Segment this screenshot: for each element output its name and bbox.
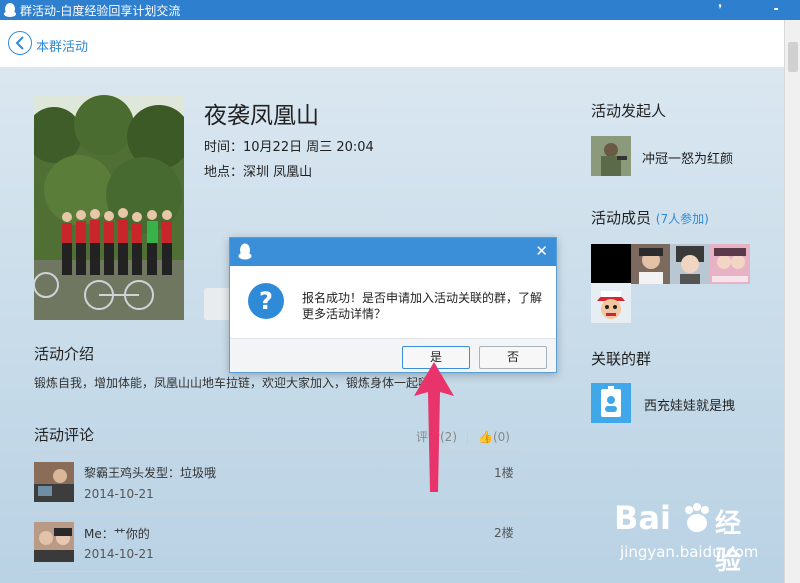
member-avatar-image (670, 244, 710, 284)
qq-penguin-icon (4, 3, 16, 17)
activity-time: 时间：10月22日 周三 20:04 (204, 140, 374, 155)
member-avatar[interactable] (710, 244, 750, 284)
scrollbar-thumb[interactable] (788, 42, 798, 72)
organizer-avatar[interactable] (591, 136, 631, 176)
comments-heading: 活动评论 (34, 426, 95, 444)
stats-divider (467, 430, 468, 445)
chevron-left-icon (15, 36, 24, 50)
paw-icon (685, 503, 709, 532)
baidu-jingyan-watermark: Bai 经验 jingyan.baidu.com (614, 497, 764, 576)
watermark-brand-right: 经验 (715, 509, 742, 576)
comment-text: Me：艹你的 (84, 527, 150, 541)
member-avatar[interactable] (670, 244, 710, 284)
question-icon: ? (248, 283, 284, 319)
dialog-message: 报名成功！是否申请加入活动关联的群，了解更多活动详情？ (302, 291, 543, 321)
activity-place: 地点：深圳 凤凰山 (204, 165, 313, 180)
comment-date: 2014-10-21 (84, 487, 154, 501)
annotation-arrow (414, 362, 454, 492)
window-title-bar: 群活动-白度经验回享计划交流 ❜ ╸ (0, 0, 800, 20)
thumbs-up-icon[interactable]: 👍 (478, 430, 493, 444)
comment-divider (34, 571, 524, 572)
group-badge-icon (601, 386, 621, 417)
member-avatar-image (710, 244, 750, 284)
member-avatar-image (631, 244, 671, 284)
member-avatar[interactable] (591, 283, 631, 323)
comment-avatar-image (34, 462, 74, 502)
organizer-heading: 活动发起人 (591, 102, 667, 120)
close-icon[interactable]: ✕ (535, 243, 548, 259)
intro-text: 锻炼自我，增加体能，凤凰山山地车拉链，欢迎大家加入，锻炼身体一起嗨 (34, 376, 431, 390)
comment-date: 2014-10-21 (84, 547, 154, 561)
activity-cover-photo (34, 95, 184, 320)
comment-text: 黎霸王鸡头发型：垃圾哦 (84, 466, 217, 480)
qq-penguin-icon (238, 243, 252, 260)
like-count[interactable]: (0) (493, 430, 510, 444)
group-name[interactable]: 西充娃娃就是拽 (644, 395, 735, 414)
watermark-brand-left: Bai (614, 499, 671, 537)
member-avatar[interactable] (631, 244, 671, 284)
comment-avatar-image (34, 522, 74, 562)
intro-heading: 活动介绍 (34, 345, 95, 363)
members-heading: 活动成员 (7人参加) (591, 207, 709, 228)
member-count[interactable]: (7人参加) (656, 212, 709, 226)
comment-floor: 1楼 (494, 466, 514, 480)
join-success-dialog: ✕ ? 报名成功！是否申请加入活动关联的群，了解更多活动详情？ 是 否 (229, 237, 557, 373)
group-avatar[interactable] (591, 383, 631, 423)
nav-bar: 本群活动 (0, 20, 784, 68)
member-avatar[interactable] (591, 244, 631, 284)
dialog-header: ✕ (230, 238, 556, 266)
group-heading: 关联的群 (591, 350, 652, 368)
scrollbar[interactable] (784, 20, 800, 583)
organizer-name[interactable]: 冲冠一怒为红颜 (642, 148, 733, 167)
cover-photo-image (34, 95, 184, 320)
dialog-footer: 是 否 (230, 338, 556, 372)
activity-title: 夜袭凤凰山 (204, 103, 319, 129)
no-button[interactable]: 否 (479, 346, 547, 369)
comment-floor: 2楼 (494, 526, 514, 540)
window-title: 群活动-白度经验回享计划交流 (20, 4, 181, 18)
minimize-icon[interactable]: ╸ (770, 1, 786, 17)
back-link[interactable]: 本群活动 (36, 36, 88, 55)
feedback-icon[interactable]: ❜ (712, 1, 728, 17)
watermark-url: jingyan.baidu.com (620, 543, 759, 561)
comment-avatar[interactable] (34, 522, 74, 562)
back-button[interactable] (8, 31, 32, 55)
members-heading-label: 活动成员 (591, 209, 652, 227)
member-avatar-image (591, 283, 631, 323)
comment-divider (34, 512, 524, 513)
organizer-avatar-image (591, 136, 631, 176)
comment-avatar[interactable] (34, 462, 74, 502)
